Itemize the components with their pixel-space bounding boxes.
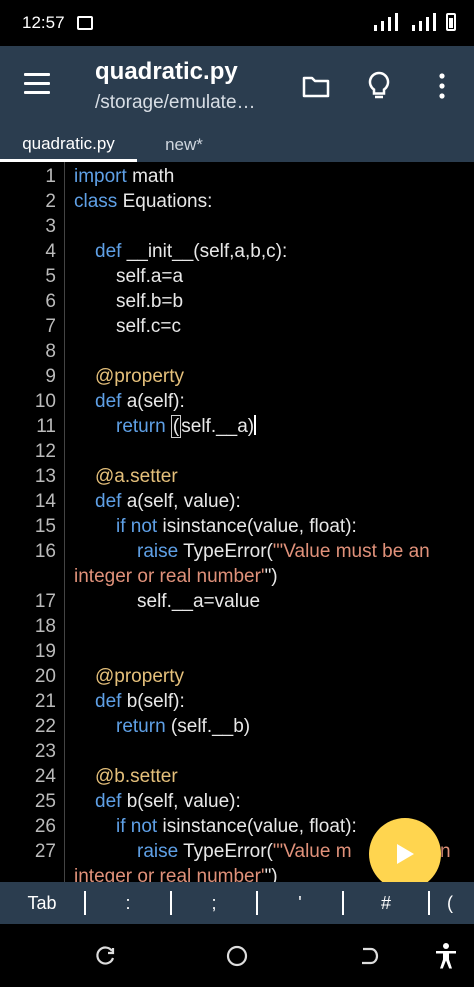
- code-line: 14 def a(self, value):: [34, 491, 241, 512]
- code-line: 11 return (self.__a): [36, 415, 257, 438]
- code-line: 24 @b.setter: [34, 766, 178, 787]
- code-line: 9 @property: [45, 366, 184, 387]
- code-line: 12: [34, 441, 56, 462]
- code-line: 1 import math: [45, 166, 175, 187]
- code-line: 22 return (self.__b): [34, 716, 251, 737]
- menu-icon[interactable]: [24, 73, 50, 95]
- file-title: quadratic.py: [95, 58, 238, 85]
- code-line: 5 self.a=a: [45, 266, 184, 287]
- symbol-hash[interactable]: #: [344, 882, 428, 924]
- symbol-quote[interactable]: ': [258, 882, 342, 924]
- run-button[interactable]: [369, 818, 441, 890]
- symbol-semicolon[interactable]: ;: [172, 882, 256, 924]
- system-nav-bar: [0, 924, 474, 987]
- signal-icon: [374, 25, 377, 31]
- code-line: 3: [45, 216, 56, 237]
- status-indicators: [374, 13, 456, 31]
- code-line: 15 if not isinstance(value, float):: [34, 516, 357, 537]
- code-line: 6 self.b=b: [45, 291, 184, 312]
- code-line: 18: [34, 616, 56, 637]
- code-line: 19: [34, 641, 56, 662]
- symbol-tab[interactable]: Tab: [0, 882, 84, 924]
- symbol-colon[interactable]: :: [86, 882, 170, 924]
- code-line: 17 self.__a=value: [34, 591, 261, 612]
- code-editor[interactable]: 1 import math 2 class Equations: 3 4 def…: [0, 162, 474, 882]
- recents-icon[interactable]: [92, 942, 120, 970]
- status-time: 12:57: [22, 13, 65, 32]
- signal-2-icon: [412, 25, 415, 31]
- code-line: 16 raise TypeError("'Value must be an: [34, 541, 430, 562]
- file-path: /storage/emulate…: [95, 92, 256, 113]
- tab-new[interactable]: new*: [137, 128, 231, 162]
- folder-icon[interactable]: [298, 68, 334, 104]
- app-bar: quadratic.py /storage/emulate…: [0, 46, 474, 128]
- code-line-wrap: integer or real number'"): [74, 566, 278, 587]
- image-notification-icon: [76, 16, 93, 30]
- code-line: 23: [34, 741, 56, 762]
- symbol-paren[interactable]: (: [430, 882, 470, 924]
- code-line: 13 @a.setter: [34, 466, 178, 487]
- code-line: 7 self.c=c: [45, 316, 181, 337]
- code-line: 10 def a(self):: [34, 391, 185, 412]
- code-line: 4 def __init__(self,a,b,c):: [45, 241, 288, 262]
- code-line: 21 def b(self):: [34, 691, 185, 712]
- status-bar: 12:57: [0, 0, 474, 46]
- code-line: 20 @property: [34, 666, 184, 687]
- code-line: 8: [45, 341, 56, 362]
- tab-quadratic[interactable]: quadratic.py: [0, 128, 137, 162]
- play-icon: [397, 844, 414, 864]
- lightbulb-icon[interactable]: [361, 68, 397, 104]
- more-vert-icon[interactable]: [424, 68, 460, 104]
- text-cursor: [254, 415, 257, 435]
- code-line: 25 def b(self, value):: [34, 791, 241, 812]
- accessibility-icon[interactable]: [432, 942, 460, 970]
- back-icon[interactable]: [354, 942, 382, 970]
- battery-icon: [446, 13, 456, 31]
- symbol-bar: Tab : ; ' # (: [0, 882, 474, 924]
- code-line: 2 class Equations:: [45, 191, 213, 212]
- tab-bar: quadratic.py new*: [0, 128, 474, 162]
- home-icon[interactable]: [223, 942, 251, 970]
